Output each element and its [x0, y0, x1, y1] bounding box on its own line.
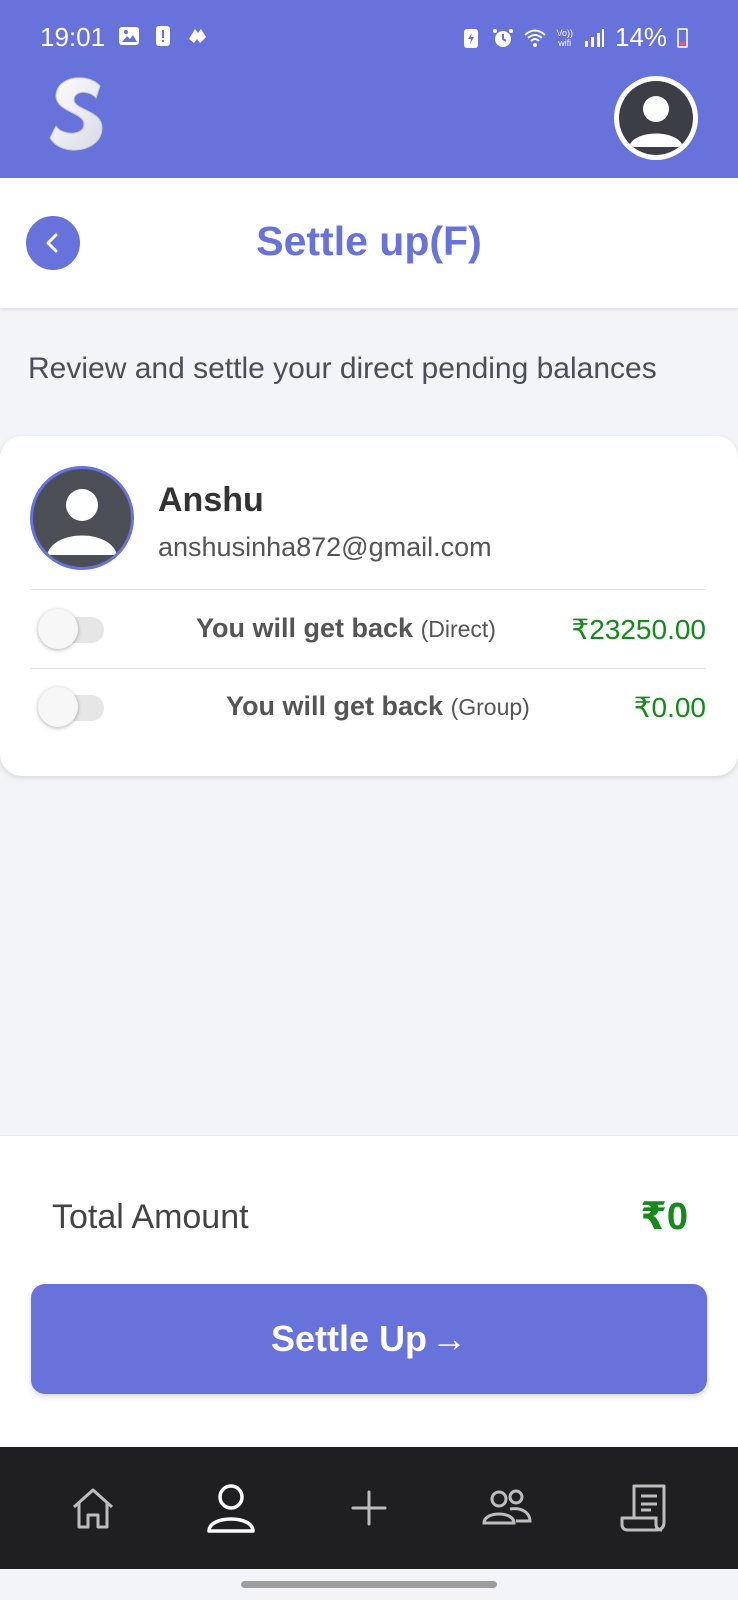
balance-row-direct: You will get back (Direct) ₹23250.00	[0, 591, 738, 669]
group-toggle[interactable]	[38, 687, 104, 727]
page-header: Settle up(F)	[0, 178, 738, 308]
balance-label: You will get back (Direct)	[196, 613, 496, 644]
profile-button[interactable]	[614, 76, 698, 160]
bottom-nav	[0, 1447, 738, 1569]
nav-groups[interactable]	[467, 1468, 547, 1548]
user-avatar-icon	[47, 489, 117, 555]
user-icon	[207, 1484, 255, 1533]
total-label: Total Amount	[52, 1198, 249, 1236]
divider	[30, 589, 706, 590]
friend-balance-card: Anshu anshusinha872@gmail.com You will g…	[0, 436, 738, 776]
balance-amount: ₹0.00	[633, 692, 706, 723]
network-label-top: Vo))	[556, 27, 573, 38]
profile-icon	[619, 81, 693, 155]
status-bar: 19:01 Vo)) wifi 14%	[0, 0, 738, 70]
status-right: Vo)) wifi 14%	[460, 22, 688, 53]
settle-up-label: Settle Up	[270, 1318, 428, 1359]
battery-saver-icon	[464, 28, 479, 48]
battery-percent: 14%	[614, 22, 667, 52]
page-title: Settle up(F)	[256, 218, 482, 264]
network-label-bottom: wifi	[558, 37, 572, 48]
home-icon	[72, 1488, 114, 1529]
plus-icon	[351, 1490, 387, 1526]
balance-amount: ₹23250.00	[571, 614, 706, 645]
toggle-knob	[38, 609, 78, 649]
app-icon	[189, 29, 206, 43]
nav-activity[interactable]	[605, 1468, 685, 1548]
arrow-right-icon: →	[431, 1318, 468, 1359]
status-time: 19:01	[40, 22, 106, 52]
settle-footer: Total Amount ₹0 Settle Up →	[0, 1135, 738, 1447]
app-header: 19:01 Vo)) wifi 14%	[0, 0, 738, 178]
balance-label-text: You will get back	[196, 613, 414, 643]
nav-profile[interactable]	[191, 1468, 271, 1548]
network-label: Vo)) wifi	[556, 28, 573, 48]
status-left-icons	[118, 25, 208, 47]
group-icon	[482, 1489, 532, 1525]
alarm-icon	[493, 28, 514, 47]
toggle-knob	[38, 687, 78, 727]
gesture-bar	[0, 1569, 738, 1600]
alert-icon	[156, 26, 170, 46]
settle-up-button[interactable]: Settle Up →	[31, 1284, 707, 1394]
friend-name: Anshu	[158, 481, 264, 519]
balance-label-text: You will get back	[226, 691, 444, 721]
wifi-icon	[524, 29, 547, 47]
balance-label-sub: (Direct)	[420, 616, 496, 642]
balance-label-sub: (Group)	[450, 694, 530, 720]
total-value: ₹0	[640, 1196, 688, 1238]
gallery-icon	[119, 27, 139, 45]
nav-home[interactable]	[53, 1468, 133, 1548]
nav-add[interactable]	[329, 1468, 409, 1548]
balance-label: You will get back (Group)	[226, 691, 530, 722]
direct-toggle[interactable]	[38, 609, 104, 649]
balance-row-group: You will get back (Group) ₹0.00	[0, 669, 738, 747]
signal-icon	[584, 28, 604, 47]
friend-email: anshusinha872@gmail.com	[158, 532, 492, 562]
s-logo-icon[interactable]	[44, 74, 116, 158]
page-subtitle: Review and settle your direct pending ba…	[28, 352, 657, 385]
avatar	[30, 466, 134, 570]
battery-icon	[677, 27, 688, 48]
receipt-icon	[620, 1484, 666, 1532]
home-indicator[interactable]	[241, 1581, 497, 1588]
